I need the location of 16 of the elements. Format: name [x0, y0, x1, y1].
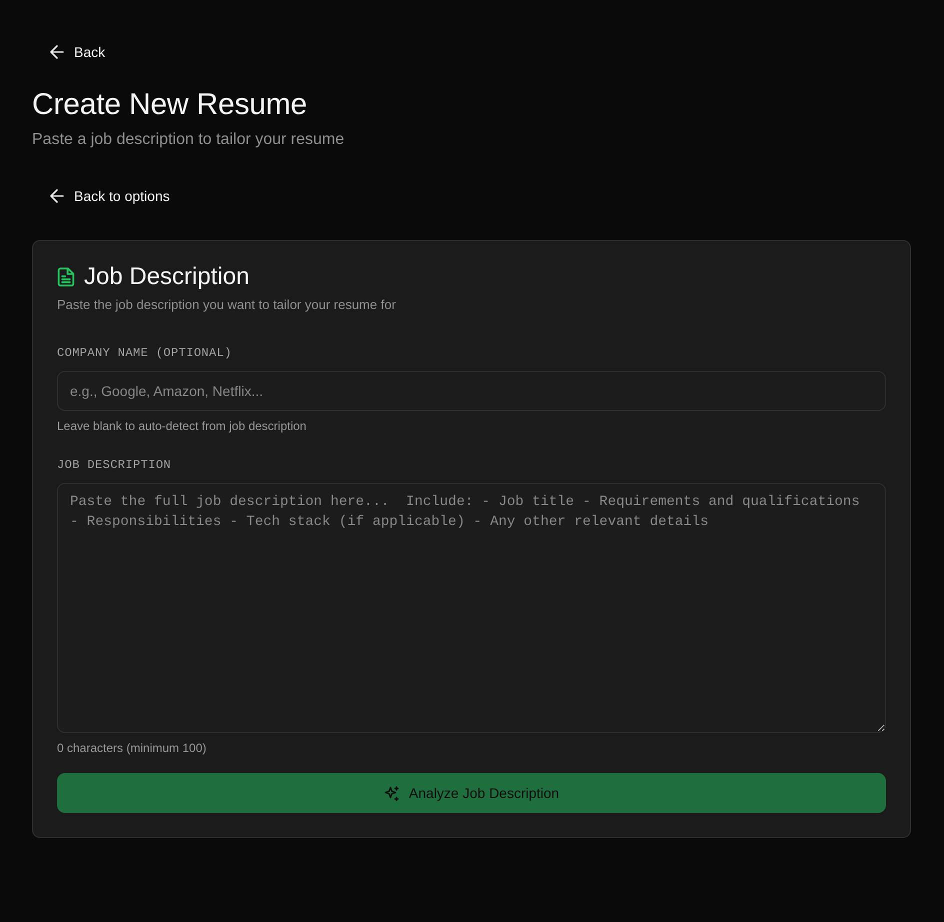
sparkles-icon	[384, 786, 399, 800]
field-label: JOB DESCRIPTION	[57, 457, 172, 473]
card-title: Job Description	[84, 262, 250, 292]
page-title: Create New Resume	[32, 87, 308, 123]
card-subtitle: Paste the job description you want to tailor your resume for	[57, 296, 397, 314]
field-label: COMPANY NAME (OPTIONAL)	[57, 345, 233, 361]
field-hint: Leave blank to auto-detect from job description	[57, 418, 308, 434]
back-link[interactable]: Back	[32, 34, 120, 70]
page-subtitle: Paste a job description to tailor your resume	[32, 130, 346, 150]
character-count: 0 characters (minimum 100)	[57, 740, 208, 756]
document-icon	[57, 267, 75, 287]
arrow-left-icon	[50, 189, 64, 203]
company-name-input[interactable]: e.g., Google, Amazon, Netflix...	[57, 371, 886, 411]
arrow-left-icon	[50, 45, 64, 59]
job-description-textarea[interactable]: Paste the full job description here... Include: - Job title - Requirements and qualifications - Responsibilities - Tech stack (if applicable) - Any other relevant details	[57, 483, 886, 733]
back-to-options-link[interactable]: Back to options	[32, 178, 184, 214]
